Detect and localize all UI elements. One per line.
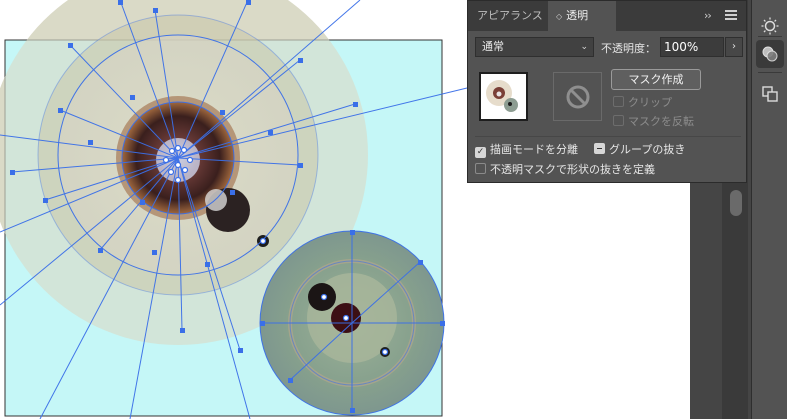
clip-checkbox-box: [613, 96, 624, 107]
panel-divider: [475, 136, 741, 137]
opacity-input[interactable]: 100%: [660, 37, 724, 57]
opacity-label: 不透明度：: [601, 42, 656, 55]
pathfinder-icon[interactable]: [756, 80, 784, 108]
scrollbar-thumb[interactable]: [730, 190, 742, 216]
knockout-group-label: グループの抜き: [609, 143, 686, 156]
invert-mask-label: マスクを反転: [628, 115, 694, 128]
panel-tab-bar: アピアランス ◇ 透明 ››: [468, 1, 746, 31]
knockout-group-checkbox[interactable]: グループの抜き: [594, 143, 685, 157]
make-mask-button[interactable]: マスク作成: [611, 69, 701, 90]
isolate-blending-label: 描画モードを分離: [490, 143, 578, 156]
opacity-slider-arrow-icon[interactable]: ›: [725, 37, 743, 57]
tab-transparency[interactable]: ◇ 透明: [548, 1, 616, 31]
check-icon: ✓: [475, 147, 486, 158]
opacity-mask-knockout-checkbox[interactable]: 不透明マスクで形状の抜きを定義: [475, 163, 655, 177]
isolate-blending-checkbox[interactable]: ✓ 描画モードを分離: [475, 143, 578, 158]
small-highlight: [205, 189, 227, 211]
invert-mask-checkbox-box: [613, 115, 624, 126]
blend-mode-select[interactable]: 通常 ⌄: [475, 37, 594, 57]
no-mask-icon: [566, 85, 589, 108]
sort-updown-icon: ◇: [556, 12, 563, 21]
panel-menu-icon[interactable]: [725, 10, 737, 22]
tab-appearance[interactable]: アピアランス: [477, 1, 543, 31]
transparency-panel: アピアランス ◇ 透明 ›› 通常 ⌄ 不透明度： 100% › マスク作成 クリ…: [467, 0, 747, 183]
clip-label: クリップ: [628, 96, 672, 109]
opacity-mask-knockout-checkbox-box: [475, 163, 486, 174]
mask-thumbnail[interactable]: [553, 72, 602, 121]
panel-dock: [751, 0, 787, 419]
invert-mask-checkbox[interactable]: マスクを反転: [613, 115, 694, 129]
collapse-panel-button[interactable]: ››: [704, 1, 712, 31]
clip-checkbox[interactable]: クリップ: [613, 96, 672, 110]
mixed-state-icon: [594, 143, 605, 154]
chevron-down-icon: ⌄: [580, 42, 588, 52]
transparency-icon[interactable]: [756, 40, 784, 68]
blend-mode-value: 通常: [482, 40, 504, 53]
object-thumbnail[interactable]: [479, 72, 528, 121]
tab-transparency-label: 透明: [566, 9, 589, 22]
opacity-mask-knockout-label: 不透明マスクで形状の抜きを定義: [490, 163, 655, 176]
